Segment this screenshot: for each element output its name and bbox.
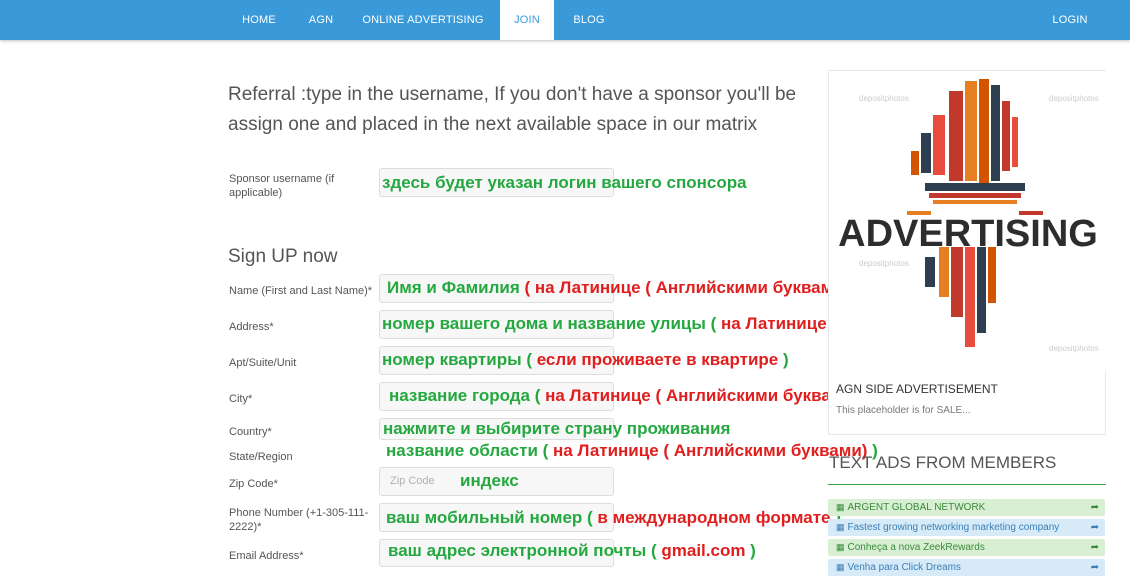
text-ad-label: Conheça a nova ZeekRewards [847,542,985,553]
share-icon[interactable]: ➦ [1091,519,1099,536]
grid-icon: ▦ [836,522,845,532]
zip-overlay: индекс [460,471,519,490]
phone-overlay-red: в международном формате [597,508,831,527]
share-icon[interactable]: ➦ [1091,499,1099,516]
zip-placeholder: Zip Code [390,475,435,487]
referral-title: Referral :type in the username, If you d… [228,84,797,135]
watermark-1: depositphotos [859,94,909,103]
text-ad-item[interactable]: ▦ ARGENT GLOBAL NETWORK ➦ [828,499,1105,516]
city-overlay-red: на Латинице ( Английскими буквами [545,386,854,405]
text-ads-heading: TEXT ADS FROM MEMBERS [829,453,1057,472]
text-ad-label: Venha para Click Dreams [847,562,961,573]
name-label: Name (First and Last Name)* [229,285,373,297]
nav-join[interactable]: JOIN [500,0,554,40]
text-ad-item[interactable]: ▦ Fastest growing networking marketing co… [828,519,1105,536]
sponsor-label: Sponsor username (if applicable) [229,173,335,199]
zip-label: Zip Code* [229,478,278,490]
country-label: Country* [229,426,272,438]
apt-overlay-green: номер квартиры ( [382,350,537,369]
side-advertisement[interactable]: ADVERTISING depositphotos depositphotos … [828,70,1107,435]
email-label: Email Address* [229,550,304,562]
advertising-word: ADVERTISING [838,213,1098,255]
apt-overlay: номер квартиры ( если проживаете в кварт… [382,350,789,370]
state-overlay-green: название области ( [386,441,554,460]
share-icon[interactable]: ➦ [1091,559,1099,576]
watermark-4: depositphotos [1049,344,1099,353]
apt-label: Apt/Suite/Unit [229,357,297,369]
nav-online-advertising[interactable]: ONLINE ADVERTISING [356,0,490,40]
phone-overlay: ваш мобильный номер ( в международном фо… [386,508,841,528]
email-overlay-red: gmail.com [661,541,746,560]
address-label: Address* [229,321,274,333]
grid-icon: ▦ [836,542,845,552]
sponsor-overlay: здесь будет указан логин вашего спонсора [382,173,747,192]
side-ad-subtitle: This placeholder is for SALE... [836,405,971,416]
apt-overlay-red: если проживаете в квартире [536,350,779,369]
text-ad-item[interactable]: ▦ Conheça a nova ZeekRewards ➦ [828,539,1105,556]
watermark-3: depositphotos [859,259,909,268]
nav-login[interactable]: LOGIN [1040,0,1100,40]
apt-overlay-tail: ) [778,350,789,369]
state-overlay: название области ( на Латинице ( Английс… [386,441,878,461]
state-label: State/Region [229,451,293,463]
watermark-2: depositphotos [1049,94,1099,103]
advertising-word-cloud-image: ADVERTISING depositphotos depositphotos … [829,71,1107,371]
country-overlay: нажмите и выбирите страну проживания [383,419,731,438]
phone-label: Phone Number (+1-305-111-2222)* [229,507,369,533]
top-navbar: HOME AGN ONLINE ADVERTISING JOIN BLOG LO… [0,0,1130,40]
name-overlay-green: Имя и Фамилия [387,278,525,297]
email-overlay-green: ваш адрес электронной почты ( [388,541,662,560]
name-overlay-red: ( на Латинице ( Английскими буквами) [524,278,850,297]
city-label: City* [229,393,253,405]
share-icon[interactable]: ➦ [1091,539,1099,556]
nav-agn[interactable]: AGN [298,0,344,40]
email-overlay-tail: ) [745,541,756,560]
phone-overlay-green: ваш мобильный номер ( [386,508,598,527]
email-overlay: ваш адрес электронной почты ( gmail.com … [388,541,756,561]
state-overlay-red: на Латинице ( Английскими буквами) [553,441,868,460]
city-overlay-green: название города ( [389,386,546,405]
nav-home[interactable]: HOME [228,0,290,40]
address-overlay-green: номер вашего дома и название улицы ( [382,314,722,333]
text-ad-label: Fastest growing networking marketing com… [847,522,1060,533]
text-ad-item[interactable]: ▦ Venha para Click Dreams ➦ [828,559,1105,576]
text-ads-divider [828,484,1106,485]
signup-title: Sign UP now [228,246,338,267]
city-overlay: название города ( на Латинице ( Английск… [389,386,870,406]
name-overlay: Имя и Фамилия ( на Латинице ( Английским… [387,278,855,298]
side-ad-title: AGN SIDE ADVERTISEMENT [836,382,998,396]
grid-icon: ▦ [836,502,845,512]
nav-blog[interactable]: BLOG [562,0,616,40]
text-ad-label: ARGENT GLOBAL NETWORK [847,502,986,513]
